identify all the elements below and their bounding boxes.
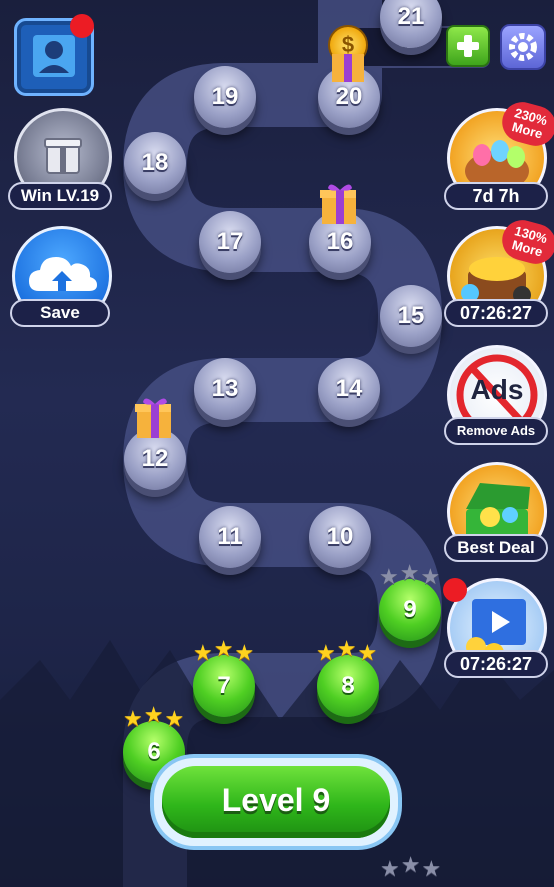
- level-node-19[interactable]: 19: [194, 66, 256, 128]
- level-node-17[interactable]: 17: [199, 211, 261, 273]
- settings-button[interactable]: [500, 24, 546, 70]
- save-label: Save: [10, 299, 110, 327]
- level-node-13[interactable]: 13: [194, 358, 256, 420]
- level-node-14[interactable]: 14: [318, 358, 380, 420]
- level-node-18[interactable]: 18: [124, 132, 186, 194]
- treasure-offer-timer: 07:26:27: [444, 299, 548, 327]
- remove-ads-label: Remove Ads: [444, 417, 548, 445]
- stars-level-9: ★ ★ ★: [379, 560, 441, 589]
- gift-icon-level-12: [135, 398, 171, 438]
- stars-level-8: ★ ★ ★: [316, 636, 378, 665]
- notification-dot: [70, 14, 94, 38]
- stars-level-7: ★ ★ ★: [193, 636, 255, 665]
- level-node-10[interactable]: 10: [309, 506, 371, 568]
- video-offer-timer: 07:26:27: [444, 650, 548, 678]
- best-deal-label: Best Deal: [444, 534, 548, 562]
- gift-icon-level-20: [332, 54, 364, 82]
- ads-text: Ads: [470, 374, 524, 405]
- stars-level-5: ★ ★ ★: [380, 852, 442, 881]
- gift-icon-level-16: [320, 184, 356, 224]
- plus-icon: [457, 35, 479, 57]
- play-level-button[interactable]: Level 9: [154, 758, 398, 846]
- gear-icon: [509, 33, 537, 61]
- video-notification-dot: [443, 578, 467, 602]
- easter-offer-timer: 7d 7h: [444, 182, 548, 210]
- stars-level-6: ★ ★ ★: [123, 702, 185, 731]
- level-button-label: Level 9: [221, 782, 331, 818]
- level-node-15[interactable]: 15: [380, 285, 442, 347]
- level-node-11[interactable]: 11: [199, 506, 261, 568]
- win-level-label: Win LV.19: [8, 182, 112, 210]
- add-coins-button[interactable]: [446, 25, 490, 67]
